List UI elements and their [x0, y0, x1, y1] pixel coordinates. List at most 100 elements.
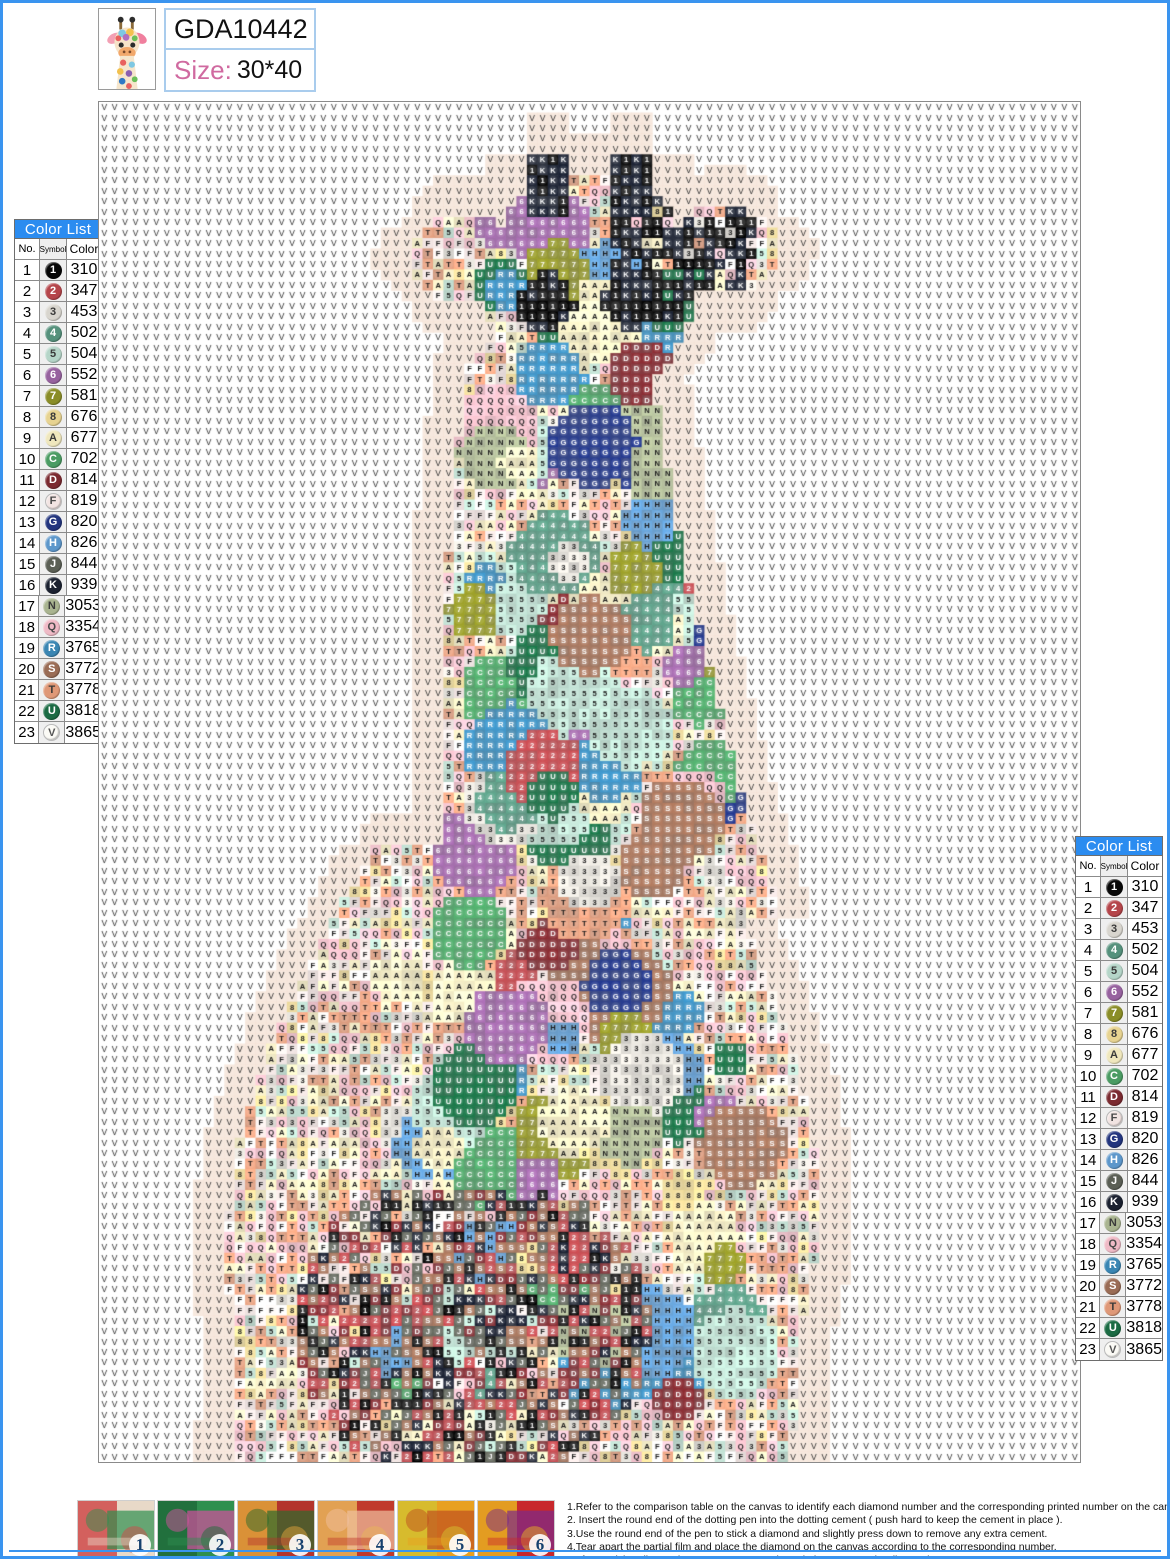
symbol-badge-icon: R: [1104, 1256, 1122, 1274]
color-row-symbol: Q: [1100, 1234, 1127, 1254]
color-list-row: 12 F 819: [1076, 1108, 1162, 1129]
instruction-line: 5. If you stick a diamond to a wrong are…: [567, 1554, 1167, 1556]
color-list-row: 4 4 502: [1076, 940, 1162, 961]
color-row-number: 18: [15, 617, 40, 637]
color-row-number: 5: [15, 344, 40, 364]
color-row-number: 10: [15, 449, 40, 469]
color-row-code: 702: [1131, 1067, 1159, 1084]
pattern-grid[interactable]: [98, 101, 1081, 1463]
color-list-row: 15 J 844: [1076, 1171, 1162, 1192]
color-row-code: 3865: [65, 723, 101, 741]
color-row-symbol: F: [1101, 1108, 1128, 1128]
color-row-symbol: V: [39, 722, 66, 743]
color-row-number: 14: [15, 533, 40, 553]
color-row-symbol: 4: [1101, 940, 1128, 960]
color-row-symbol: D: [40, 470, 67, 490]
color-row-symbol: K: [40, 575, 67, 595]
instruction-line: 1.Refer to the comparison table on the c…: [567, 1501, 1170, 1513]
column-header-no: No.: [1076, 856, 1101, 876]
symbol-badge-icon: K: [44, 576, 62, 594]
color-list-right: Color List No. Symbol Color 1 1 310 2 2 347 3 3…: [1075, 836, 1163, 1361]
symbol-badge-icon: G: [44, 513, 62, 531]
symbol-badge-icon: D: [1105, 1088, 1123, 1106]
color-row-number: 16: [15, 575, 40, 595]
color-row-number: 21: [15, 680, 40, 700]
color-row-code: 3865: [1126, 1340, 1162, 1358]
color-row-number: 9: [1076, 1045, 1101, 1065]
color-row-code: 3818: [65, 702, 101, 719]
color-list-row: 19 R 3765: [1076, 1255, 1162, 1276]
color-list-row: 15 J 844: [15, 554, 101, 575]
color-row-code: 504: [70, 345, 98, 362]
color-list-left: Color List No. Symbol Color 1 1 310 2 2 347 3 3…: [14, 219, 102, 744]
color-row-symbol: T: [39, 680, 66, 700]
step-number: 2: [209, 1534, 231, 1556]
color-row-symbol: 5: [40, 344, 67, 364]
color-list-row: 22 U 3818: [1076, 1318, 1162, 1339]
color-row-number: 22: [15, 701, 40, 721]
color-list-row: 2 2 347: [1076, 898, 1162, 919]
color-row-code: 826: [70, 534, 98, 551]
color-row-code: 3354: [65, 618, 101, 635]
color-list-row: 6 6 552: [1076, 982, 1162, 1003]
color-row-code: 3354: [1126, 1235, 1162, 1252]
color-row-code: 504: [1131, 962, 1159, 979]
color-row-symbol: C: [1101, 1066, 1128, 1086]
color-row-number: 17: [1076, 1213, 1101, 1233]
symbol-badge-icon: 1: [1105, 878, 1123, 896]
color-row-code: 844: [70, 555, 98, 572]
color-row-symbol: N: [39, 596, 66, 616]
color-list-row: 4 4 502: [15, 323, 101, 344]
color-row-number: 10: [1076, 1066, 1101, 1086]
symbol-badge-icon: 2: [1105, 899, 1123, 917]
symbol-badge-icon: 6: [1105, 983, 1123, 1001]
column-header-color: Color: [1130, 859, 1160, 873]
color-list-row: 10 C 702: [1076, 1066, 1162, 1087]
color-row-number: 23: [1076, 1339, 1101, 1360]
color-list-row: 11 D 814: [15, 470, 101, 491]
color-row-number: 6: [1076, 982, 1101, 1002]
color-list-row: 19 R 3765: [15, 638, 101, 659]
color-row-symbol: U: [39, 701, 66, 721]
symbol-badge-icon: A: [1105, 1046, 1123, 1064]
color-row-code: 677: [1131, 1046, 1159, 1063]
color-row-symbol: 3: [40, 302, 67, 322]
color-row-symbol: 7: [1101, 1003, 1128, 1023]
color-list-header-row: No. Symbol Color: [1076, 856, 1162, 877]
color-row-number: 17: [15, 596, 40, 616]
symbol-badge-icon: U: [1104, 1319, 1122, 1337]
color-row-number: 19: [1076, 1255, 1101, 1275]
color-row-code: 310: [70, 261, 98, 278]
color-row-symbol: G: [40, 512, 67, 532]
color-row-code: 820: [1131, 1130, 1159, 1147]
color-row-symbol: 3: [1101, 919, 1128, 939]
color-row-symbol: H: [1101, 1150, 1128, 1170]
color-row-code: 702: [70, 450, 98, 467]
color-list-row: 23 V 3865: [15, 722, 101, 743]
symbol-badge-icon: N: [1104, 1214, 1122, 1232]
color-row-code: 347: [70, 282, 98, 299]
size-label: Size:: [174, 54, 232, 85]
symbol-badge-icon: 5: [44, 345, 62, 363]
step-number: 5: [449, 1534, 471, 1556]
pattern-grid-canvas[interactable]: [99, 102, 1080, 1462]
color-list-row: 20 S 3772: [1076, 1276, 1162, 1297]
color-row-symbol: 8: [1101, 1024, 1128, 1044]
color-list-title: Color List: [15, 220, 101, 239]
color-row-symbol: 6: [40, 365, 67, 385]
color-list-row: 16 K 939: [1076, 1192, 1162, 1213]
symbol-badge-icon: 4: [44, 324, 62, 342]
color-row-symbol: N: [1100, 1213, 1127, 1233]
color-row-code: 310: [1131, 878, 1159, 895]
product-code-row: GDA10442: [166, 10, 314, 50]
color-row-number: 4: [1076, 940, 1101, 960]
color-list-row: 13 G 820: [1076, 1129, 1162, 1150]
step-number: 3: [289, 1534, 311, 1556]
step-number: 6: [529, 1534, 551, 1556]
color-row-code: 3818: [1126, 1319, 1162, 1336]
color-list-row: 21 T 3778: [15, 680, 101, 701]
color-list-row: 9 A 677: [1076, 1045, 1162, 1066]
color-row-code: 676: [70, 408, 98, 425]
color-row-code: 3778: [1126, 1298, 1162, 1315]
color-row-number: 7: [15, 386, 40, 406]
